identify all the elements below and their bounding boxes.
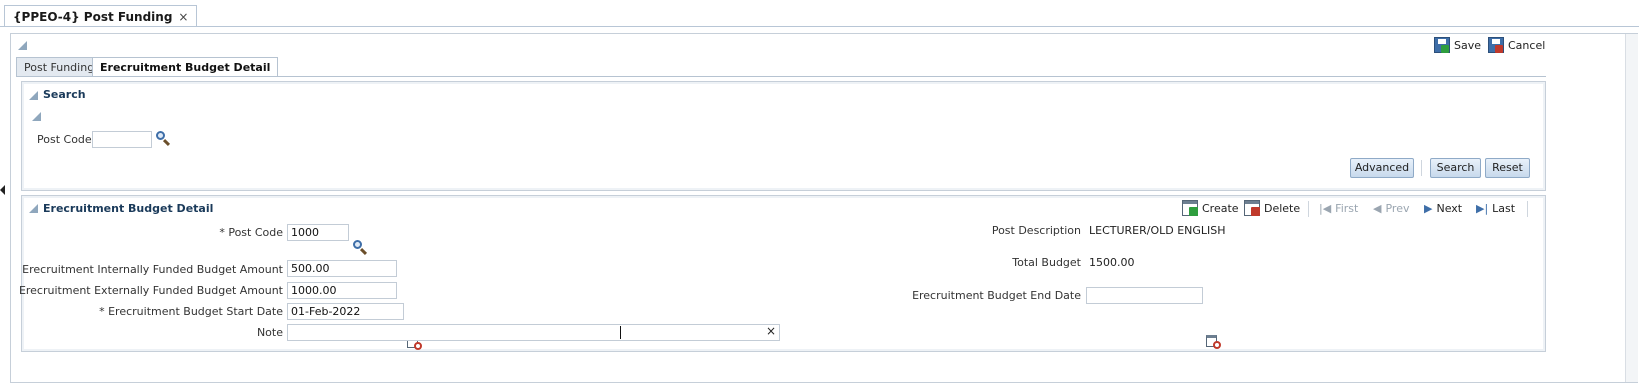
detail-header: Erecruitment Budget Detail — [43, 202, 214, 215]
start-date-label: * Erecruitment Budget Start Date — [99, 305, 283, 318]
prev-label: Prev — [1385, 202, 1410, 215]
first-label: First — [1335, 202, 1359, 215]
search-post-code-label: Post Code — [37, 133, 92, 146]
delete-button[interactable]: Delete — [1244, 200, 1300, 216]
save-icon — [1434, 37, 1450, 53]
post-description-value: LECTURER/OLD ENGLISH — [1089, 224, 1226, 237]
end-date-label: Erecruitment Budget End Date — [912, 289, 1081, 302]
toolbar-end-separator — [1527, 201, 1528, 217]
close-tab-icon[interactable]: × — [178, 10, 188, 24]
internal-budget-label: Erecruitment Internally Funded Budget Am… — [22, 263, 283, 276]
note-input[interactable] — [287, 324, 780, 341]
tab-post-funding[interactable]: Post Funding — [16, 57, 103, 77]
internal-budget-input[interactable] — [287, 260, 397, 277]
toolbar-separator — [1308, 201, 1309, 217]
create-label: Create — [1202, 201, 1239, 215]
reset-button[interactable]: Reset — [1485, 158, 1530, 178]
post-code-input[interactable] — [287, 224, 349, 241]
note-label: Note — [256, 326, 283, 339]
text-cursor — [620, 326, 621, 339]
post-code-lookup-icon[interactable] — [352, 239, 368, 255]
tab-label: Erecruitment Budget Detail — [100, 61, 271, 74]
create-icon — [1182, 200, 1198, 216]
delete-icon — [1244, 200, 1260, 216]
disclose-icon[interactable] — [18, 41, 27, 50]
search-label: Search — [1436, 161, 1475, 174]
advanced-label: Advanced — [1354, 161, 1410, 174]
search-post-code-input[interactable] — [92, 131, 152, 148]
delete-label: Delete — [1264, 201, 1301, 215]
post-description-label: Post Description — [991, 224, 1081, 237]
cancel-icon — [1488, 37, 1504, 53]
save-button[interactable]: Save — [1434, 37, 1481, 53]
tab-erecruitment-budget-detail[interactable]: Erecruitment Budget Detail — [92, 57, 279, 77]
save-label: Save — [1454, 38, 1482, 52]
reset-label: Reset — [1492, 161, 1523, 174]
prev-button[interactable]: ◀ Prev — [1373, 202, 1409, 215]
tab-label: Post Funding — [24, 61, 95, 74]
tab-baseline — [16, 76, 1546, 77]
prev-icon: ◀ — [1373, 202, 1382, 215]
first-button[interactable]: |◀ First — [1319, 202, 1358, 215]
search-criteria-disclose-icon[interactable] — [32, 112, 41, 121]
advanced-button[interactable]: Advanced — [1350, 158, 1414, 178]
search-button[interactable]: Search — [1430, 158, 1481, 178]
search-header: Search — [43, 88, 86, 101]
note-clear-icon[interactable]: × — [766, 324, 776, 338]
first-icon: |◀ — [1319, 202, 1332, 215]
next-button[interactable]: ▶ Next — [1424, 202, 1462, 215]
cancel-button[interactable]: Cancel — [1488, 37, 1545, 53]
end-date-calendar-icon[interactable] — [1206, 334, 1222, 350]
start-date-input[interactable] — [287, 303, 404, 320]
collapse-left-icon[interactable] — [0, 185, 5, 195]
document-tab-title: {PPEO-4} Post Funding — [13, 10, 173, 24]
post-code-label: * Post Code — [219, 226, 283, 239]
cancel-label: Cancel — [1508, 38, 1546, 52]
end-date-input[interactable] — [1086, 287, 1203, 304]
last-button[interactable]: ▶| Last — [1476, 202, 1515, 215]
create-button[interactable]: Create — [1182, 200, 1239, 216]
external-budget-input[interactable] — [287, 282, 397, 299]
detail-disclose-icon[interactable] — [29, 204, 38, 213]
search-disclose-icon[interactable] — [29, 91, 38, 100]
document-tab[interactable]: {PPEO-4} Post Funding × — [4, 5, 198, 27]
button-separator — [1421, 160, 1422, 176]
tab-strip-divider — [0, 26, 1639, 27]
total-budget-label: Total Budget — [1012, 256, 1081, 269]
external-budget-label: Erecruitment Externally Funded Budget Am… — [18, 284, 283, 297]
search-panel — [21, 81, 1546, 191]
last-label: Last — [1492, 202, 1516, 215]
vertical-scrollbar[interactable] — [1625, 34, 1638, 382]
next-label: Next — [1436, 202, 1463, 215]
search-post-code-lookup-icon[interactable] — [155, 130, 171, 146]
total-budget-value: 1500.00 — [1089, 256, 1135, 269]
next-icon: ▶ — [1424, 202, 1433, 215]
last-icon: ▶| — [1476, 202, 1489, 215]
